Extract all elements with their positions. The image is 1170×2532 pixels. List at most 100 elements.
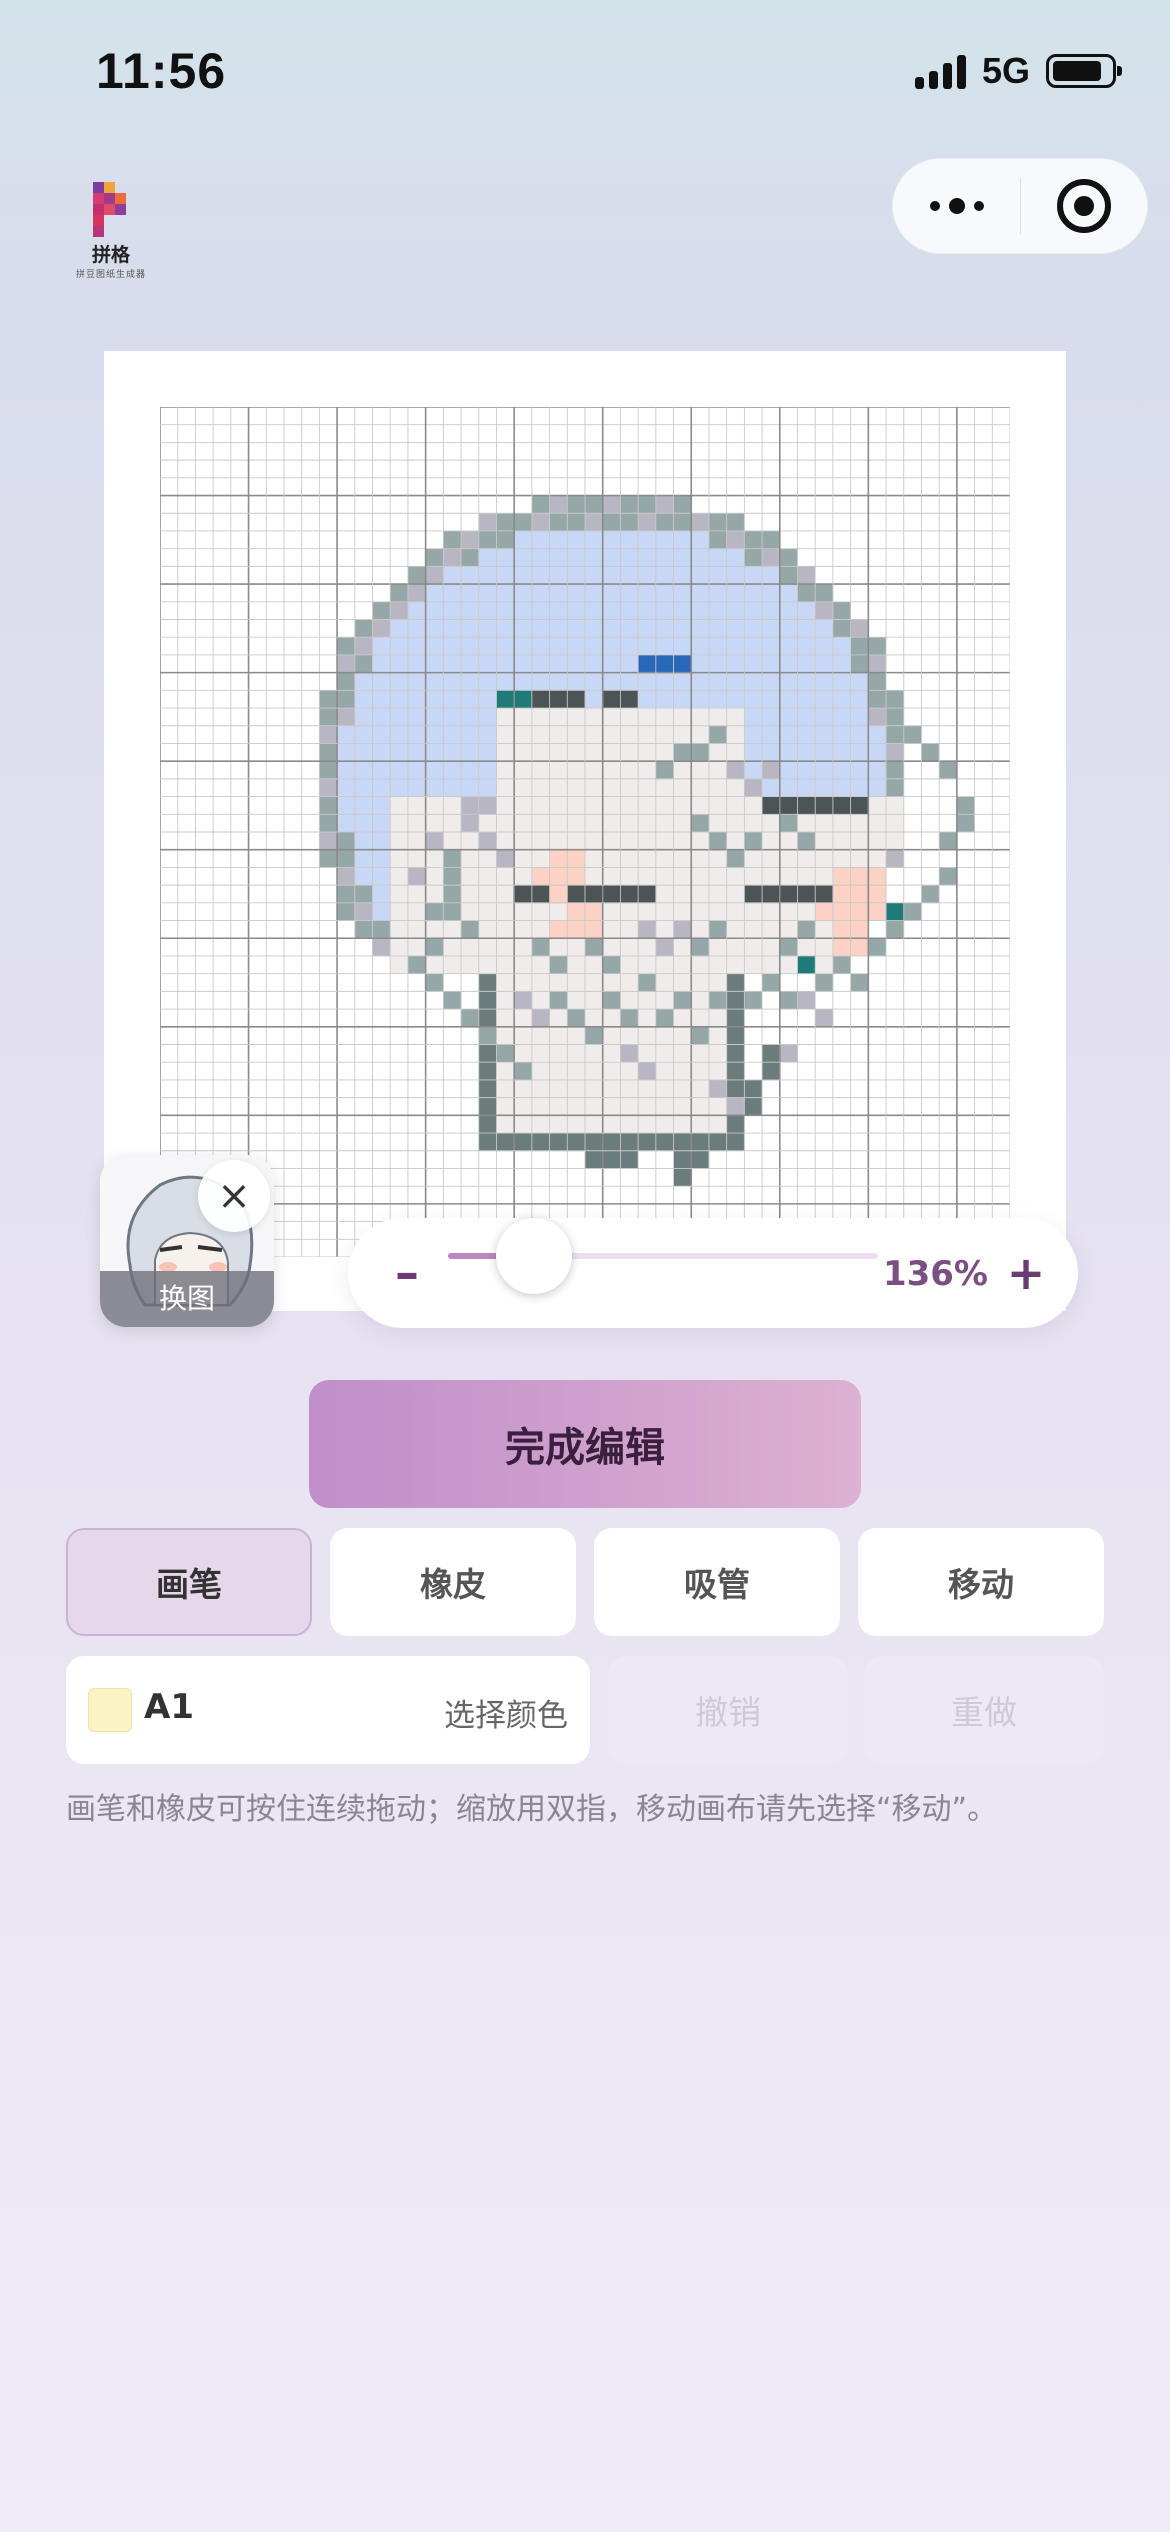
pixel-cell — [372, 796, 391, 815]
pixel-cell — [620, 814, 639, 833]
pixel-cell — [602, 637, 621, 656]
more-menu-button[interactable] — [893, 159, 1020, 253]
pixel-cell — [425, 637, 444, 656]
pixel-cell — [620, 708, 639, 727]
pixel-cell — [832, 654, 851, 673]
pixel-cell — [815, 920, 834, 939]
pixel-cell — [549, 566, 568, 585]
pixel-cell — [407, 725, 426, 744]
pixel-cell — [762, 1044, 781, 1063]
pixel-cell — [850, 902, 869, 921]
pixel-grid[interactable] — [160, 407, 1010, 1257]
pixel-cell — [585, 566, 604, 585]
pixel-cell — [514, 849, 533, 868]
pixel-cell — [496, 1133, 515, 1152]
pixel-cell — [638, 548, 657, 567]
pixel-cell — [691, 796, 710, 815]
pixel-cell — [655, 672, 674, 691]
pixel-cell — [886, 920, 905, 939]
pixel-cell — [585, 619, 604, 638]
redo-button[interactable]: 重做 — [864, 1656, 1104, 1764]
pixel-cell — [620, 1150, 639, 1169]
pixel-cell — [567, 690, 586, 709]
close-icon[interactable]: × — [198, 1160, 270, 1232]
pixel-cell — [886, 708, 905, 727]
tool-brush[interactable]: 画笔 — [66, 1528, 312, 1636]
tool-eyedropper[interactable]: 吸管 — [594, 1528, 840, 1636]
pixel-cell — [407, 796, 426, 815]
pixel-cell — [673, 814, 692, 833]
pixel-cell — [620, 530, 639, 549]
pixel-cell — [655, 566, 674, 585]
pixel-cell — [655, 796, 674, 815]
pixel-cell — [691, 513, 710, 532]
pixel-cell — [390, 672, 409, 691]
pixel-cell — [514, 708, 533, 727]
pixel-cell — [673, 530, 692, 549]
pixel-cell — [549, 761, 568, 780]
zoom-in-button[interactable]: + — [996, 1238, 1056, 1308]
pixel-cell — [673, 1009, 692, 1028]
pixel-cell — [850, 867, 869, 886]
pixel-cell — [673, 1079, 692, 1098]
tool-move[interactable]: 移动 — [858, 1528, 1104, 1636]
pixel-cell — [478, 1009, 497, 1028]
close-miniprogram-button[interactable] — [1021, 179, 1147, 233]
tool-eraser[interactable]: 橡皮 — [330, 1528, 576, 1636]
zoom-slider-handle[interactable] — [496, 1218, 572, 1294]
pixel-cell — [337, 743, 356, 762]
pixel-cell — [567, 619, 586, 638]
pixel-cell — [708, 1097, 727, 1116]
pixel-cell — [744, 761, 763, 780]
pixel-cell — [585, 743, 604, 762]
pixel-cell — [478, 601, 497, 620]
pixel-cell — [372, 725, 391, 744]
pixel-cell — [496, 566, 515, 585]
battery-icon — [1046, 54, 1122, 88]
pixel-cell — [549, 1062, 568, 1081]
pixel-cell — [407, 654, 426, 673]
pixel-cell — [620, 849, 639, 868]
pixel-cell — [496, 637, 515, 656]
pixel-cell — [372, 902, 391, 921]
undo-button[interactable]: 撤销 — [608, 1656, 848, 1764]
pixel-cell — [638, 743, 657, 762]
pixel-cell — [797, 708, 816, 727]
pixel-cell — [815, 619, 834, 638]
pixel-cell — [815, 867, 834, 886]
pixel-cell — [372, 672, 391, 691]
pixel-cell — [868, 761, 887, 780]
pixel-cell — [620, 743, 639, 762]
pixel-cell — [567, 725, 586, 744]
pixel-cell — [779, 743, 798, 762]
pixel-cell — [832, 938, 851, 957]
pixel-cell — [708, 955, 727, 974]
pixel-cell — [425, 973, 444, 992]
pixel-cell — [425, 601, 444, 620]
pixel-cell — [638, 654, 657, 673]
zoom-slider[interactable] — [448, 1218, 878, 1294]
pixel-cell — [832, 849, 851, 868]
pixel-cell — [815, 885, 834, 904]
pixel-cell — [638, 619, 657, 638]
pixel-cell — [797, 832, 816, 851]
pixel-cell — [726, 672, 745, 691]
pixel-cell — [443, 708, 462, 727]
pixel-cell — [638, 814, 657, 833]
pixel-cell — [496, 654, 515, 673]
pixel-cell — [319, 743, 338, 762]
color-selector[interactable]: A1 选择颜色 — [66, 1656, 590, 1764]
pixel-cell — [443, 778, 462, 797]
pixel-cell — [673, 955, 692, 974]
zoom-out-button[interactable]: – — [382, 1238, 432, 1308]
pixel-cell — [797, 690, 816, 709]
pixel-cell — [850, 672, 869, 691]
finish-edit-button[interactable]: 完成编辑 — [309, 1380, 861, 1508]
pixel-cell — [602, 938, 621, 957]
pixel-cell — [461, 654, 480, 673]
pixel-cell — [531, 708, 550, 727]
pixel-cell — [797, 601, 816, 620]
pixel-cell — [673, 849, 692, 868]
pixel-cell — [354, 920, 373, 939]
pixel-cell — [390, 761, 409, 780]
